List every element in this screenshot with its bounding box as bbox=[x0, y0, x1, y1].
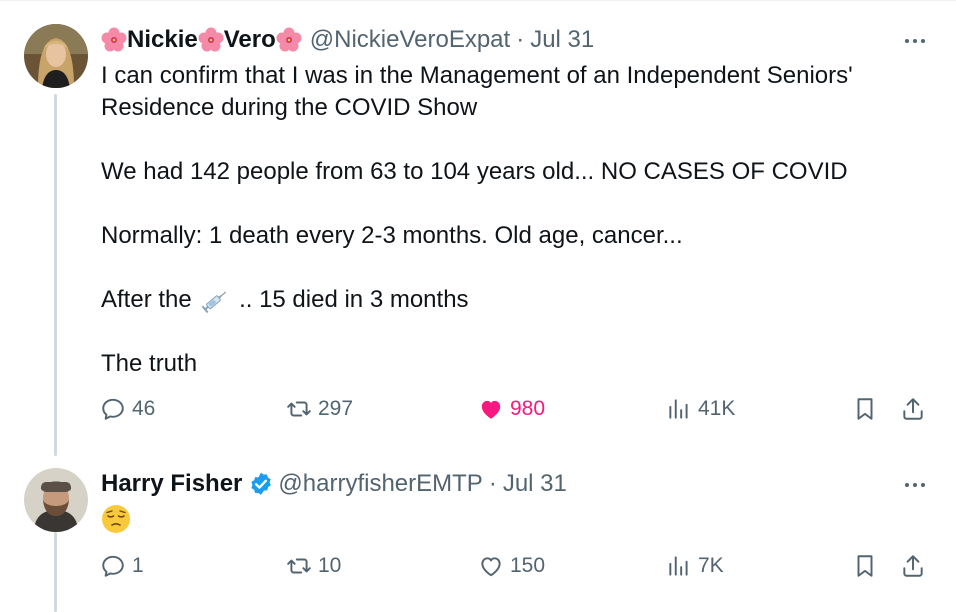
like-button[interactable]: 150 bbox=[478, 553, 545, 579]
repost-count: 10 bbox=[318, 554, 342, 577]
more-icon[interactable] bbox=[902, 28, 928, 54]
tweet-line: The truth bbox=[101, 350, 198, 377]
reply-button[interactable]: 1 bbox=[100, 553, 144, 579]
more-icon[interactable] bbox=[902, 472, 928, 498]
verified-badge-icon bbox=[251, 472, 272, 495]
tweet-emoji-text: 😔 bbox=[101, 504, 102, 536]
avatar-harry-fisher[interactable] bbox=[24, 468, 88, 532]
display-name-part[interactable]: Nickie bbox=[127, 26, 198, 54]
repost-count: 297 bbox=[318, 397, 354, 420]
reply-icon bbox=[102, 398, 124, 420]
views-icon bbox=[669, 399, 688, 419]
tweet-header: Harry Fisher @harryfisherEMTP · Jul 31 bbox=[101, 468, 567, 500]
like-button[interactable]: 980 bbox=[478, 396, 545, 422]
tweet-actions: 46 297 980 41K bbox=[0, 396, 956, 430]
tweet-date[interactable]: Jul 31 bbox=[530, 26, 594, 54]
share-icon bbox=[903, 398, 923, 420]
heart-icon bbox=[481, 557, 501, 577]
tweet-date[interactable]: Jul 31 bbox=[503, 470, 567, 498]
tweet-harry-fisher[interactable]: Harry Fisher @harryfisherEMTP · Jul 31 😔… bbox=[0, 456, 956, 612]
heart-icon bbox=[481, 400, 501, 419]
repost-button[interactable]: 10 bbox=[286, 553, 341, 579]
like-count: 150 bbox=[510, 554, 546, 577]
share-icon bbox=[903, 555, 923, 577]
tweet-actions: 1 10 150 7K bbox=[0, 553, 956, 587]
tweet-line-syringe: After the .. 15 died in 3 months bbox=[101, 284, 901, 316]
reply-count: 1 bbox=[132, 554, 144, 577]
views-count: 7K bbox=[698, 554, 724, 577]
bookmark-icon bbox=[857, 398, 873, 420]
hibiscus-icon bbox=[101, 27, 127, 52]
tweet-line: I can confirm that I was in the Manageme… bbox=[101, 62, 853, 89]
tweet-text: I can confirm that I was in the Manageme… bbox=[101, 60, 901, 380]
avatar-nickie-vero[interactable] bbox=[24, 24, 88, 88]
hibiscus-icon bbox=[276, 27, 302, 52]
views-count: 41K bbox=[698, 397, 736, 420]
repost-icon bbox=[287, 558, 311, 574]
tweet-header: Nickie Vero @NickieVeroExpat · Jul 31 bbox=[101, 24, 594, 56]
display-name[interactable]: Harry Fisher bbox=[101, 470, 242, 498]
repost-icon bbox=[287, 401, 311, 417]
share-button[interactable] bbox=[900, 396, 932, 422]
tweet-line: Residence during the COVID Show bbox=[101, 94, 478, 121]
tweet-line: We had 142 people from 63 to 104 years o… bbox=[101, 158, 848, 185]
views-button[interactable]: 7K bbox=[666, 553, 724, 579]
tweet-text: 😔 bbox=[101, 504, 901, 543]
separator-dot: · bbox=[516, 26, 525, 53]
reply-icon bbox=[102, 555, 124, 577]
bookmark-icon bbox=[857, 555, 873, 577]
syringe-icon bbox=[202, 291, 227, 313]
hibiscus-icon bbox=[198, 27, 224, 52]
bookmark-button[interactable] bbox=[852, 553, 884, 579]
pensive-face-emoji bbox=[102, 505, 130, 533]
reply-count: 46 bbox=[132, 397, 156, 420]
share-button[interactable] bbox=[900, 553, 932, 579]
bookmark-button[interactable] bbox=[852, 396, 884, 422]
views-icon bbox=[669, 556, 688, 576]
reply-button[interactable]: 46 bbox=[100, 396, 155, 422]
user-handle[interactable]: @NickieVeroExpat bbox=[310, 26, 510, 54]
tweet-line: Normally: 1 death every 2-3 months. Old … bbox=[101, 222, 683, 249]
syringe-line-prefix: After the bbox=[101, 286, 192, 313]
tweet-nickie-vero[interactable]: Nickie Vero @NickieVeroExpat · Jul 31 I … bbox=[0, 0, 956, 450]
views-button[interactable]: 41K bbox=[666, 396, 735, 422]
display-name-part[interactable]: Vero bbox=[224, 26, 276, 54]
syringe-line-suffix: .. 15 died in 3 months bbox=[239, 286, 469, 313]
user-handle[interactable]: @harryfisherEMTP bbox=[278, 470, 482, 498]
separator-dot: · bbox=[488, 470, 497, 497]
like-count: 980 bbox=[510, 397, 546, 420]
repost-button[interactable]: 297 bbox=[286, 396, 353, 422]
